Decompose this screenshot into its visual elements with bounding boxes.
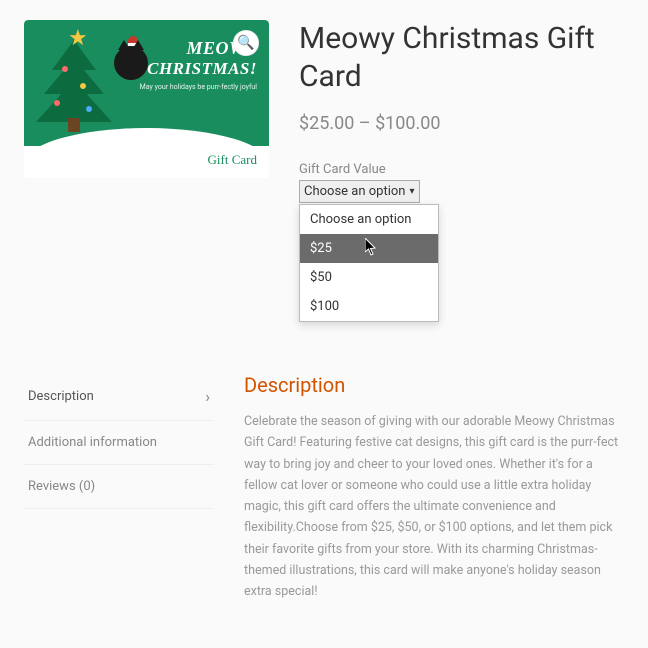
variation-label: Gift Card Value xyxy=(299,162,624,177)
dropdown-option[interactable]: $50 xyxy=(300,263,438,292)
tab-reviews[interactable]: Reviews (0) xyxy=(24,465,214,509)
select-value: Choose an option xyxy=(304,184,405,199)
tab-label: Description xyxy=(28,389,94,404)
product-image[interactable]: ★ MEOWY CHRISTMAS! May your holidays be … xyxy=(24,20,269,178)
zoom-icon[interactable]: 🔍 xyxy=(233,30,259,56)
card-tagline: May your holidays be purr-fectly joyful xyxy=(140,83,257,91)
price-range: $25.00 – $100.00 xyxy=(299,113,624,134)
product-tabs: Description Additional information Revie… xyxy=(24,373,214,602)
tab-label: Reviews (0) xyxy=(28,479,95,494)
dropdown-option[interactable]: Choose an option xyxy=(300,205,438,234)
select-dropdown: Choose an option $25 $50 $100 xyxy=(299,204,439,322)
tab-additional-information[interactable]: Additional information xyxy=(24,421,214,465)
tab-description[interactable]: Description xyxy=(24,373,214,421)
star-icon: ★ xyxy=(68,26,88,51)
tab-panel-description: Description Celebrate the season of givi… xyxy=(244,373,624,602)
product-image-gallery: ★ MEOWY CHRISTMAS! May your holidays be … xyxy=(24,20,269,203)
product-title: Meowy Christmas Gift Card xyxy=(299,20,624,95)
dropdown-option[interactable]: $25 xyxy=(300,234,438,263)
product-summary: Meowy Christmas Gift Card $25.00 – $100.… xyxy=(299,20,624,203)
description-heading: Description xyxy=(244,373,624,397)
gift-card-value-select[interactable]: Choose an option xyxy=(299,180,420,203)
tab-label: Additional information xyxy=(28,435,157,450)
card-title-line2: CHRISTMAS! xyxy=(140,59,257,79)
gift-card-label: Gift Card xyxy=(208,152,257,168)
description-body: Celebrate the season of giving with our … xyxy=(244,411,624,602)
dropdown-option[interactable]: $100 xyxy=(300,292,438,321)
